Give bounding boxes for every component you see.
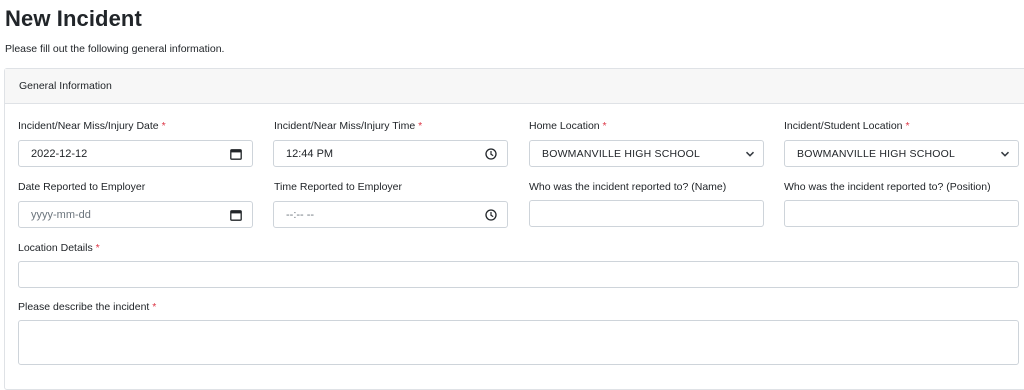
home-location-select[interactable]: BOWMANVILLE HIGH SCHOOL <box>529 140 764 167</box>
chevron-down-icon <box>1000 151 1010 157</box>
reported-to-name-label: Who was the incident reported to? (Name) <box>529 181 727 193</box>
incident-date-input[interactable]: 2022-12-12 <box>18 140 253 167</box>
date-reported-label: Date Reported to Employer <box>18 181 146 193</box>
reported-to-name-input[interactable] <box>529 200 764 227</box>
calendar-icon[interactable] <box>230 148 242 160</box>
incident-time-input[interactable]: 12:44 PM <box>273 140 508 167</box>
required-marker: * <box>161 120 166 132</box>
home-location-label: Home Location * <box>529 120 607 132</box>
date-reported-input[interactable]: yyyy-mm-dd <box>18 201 253 228</box>
incident-time-label: Incident/Near Miss/Injury Time * <box>274 120 423 132</box>
page-subtitle: Please fill out the following general in… <box>5 43 225 55</box>
page-title: New Incident <box>5 6 142 31</box>
card-header: General Information <box>5 69 1024 104</box>
incident-location-select[interactable]: BOWMANVILLE HIGH SCHOOL <box>784 140 1019 167</box>
time-reported-label: Time Reported to Employer <box>274 181 402 193</box>
location-details-label: Location Details * <box>18 242 100 254</box>
calendar-icon[interactable] <box>230 209 242 221</box>
required-marker: * <box>152 301 157 313</box>
reported-to-position-input[interactable] <box>784 200 1019 227</box>
describe-incident-textarea[interactable] <box>18 320 1019 365</box>
required-marker: * <box>418 120 423 132</box>
clock-icon[interactable] <box>485 209 497 221</box>
chevron-down-icon <box>745 151 755 157</box>
time-reported-input[interactable]: --:-- -- <box>273 201 508 228</box>
required-marker: * <box>95 242 100 254</box>
incident-date-label: Incident/Near Miss/Injury Date * <box>18 120 166 132</box>
describe-incident-label: Please describe the incident * <box>18 301 157 313</box>
clock-icon[interactable] <box>485 148 497 160</box>
required-marker: * <box>905 120 910 132</box>
required-marker: * <box>602 120 607 132</box>
reported-to-position-label: Who was the incident reported to? (Posit… <box>784 181 991 193</box>
location-details-input[interactable] <box>18 261 1019 288</box>
incident-location-label: Incident/Student Location * <box>784 120 910 132</box>
